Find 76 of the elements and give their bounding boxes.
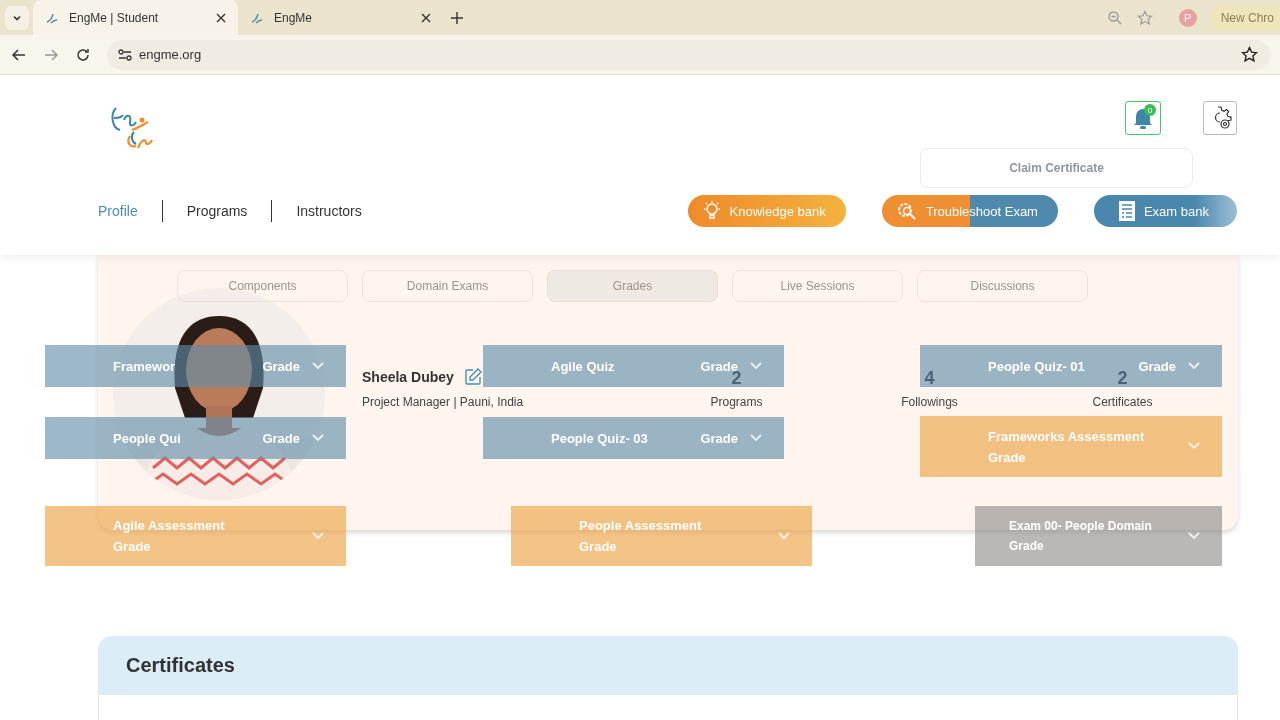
- star-icon[interactable]: [1136, 9, 1153, 26]
- grade-tile[interactable]: People Quiz- 03 Grade: [483, 417, 784, 459]
- nav-link[interactable]: Instructors: [296, 203, 362, 219]
- close-icon[interactable]: [216, 12, 226, 23]
- grade-tile[interactable]: People Qui Grade: [45, 417, 346, 459]
- stat-value: 2: [1117, 368, 1128, 389]
- tile-title: People Assessment: [579, 518, 703, 533]
- grade-tile[interactable]: Agile Assessment Grade: [45, 506, 346, 566]
- grade-tile[interactable]: Framewor Grade: [45, 345, 346, 387]
- grade-tile[interactable]: Exam 00- People Domain Grade: [975, 506, 1222, 566]
- chevron-down-icon: [312, 362, 324, 370]
- chevron-down-icon: [750, 362, 762, 370]
- lightbulb-icon: [701, 200, 722, 222]
- browser-tab[interactable]: EngMe: [238, 0, 443, 35]
- bookmark-star-icon[interactable]: [1241, 46, 1258, 63]
- profile-subtitle: Project Manager | Pauni, India: [362, 395, 525, 409]
- notifications-button[interactable]: 0: [1125, 101, 1161, 135]
- section-tab[interactable]: Live Sessions: [732, 270, 903, 302]
- chevron-down-icon: [1188, 362, 1200, 370]
- section-tab[interactable]: Domain Exams: [362, 270, 533, 302]
- tile-title: Agile Assessment: [113, 518, 226, 533]
- stat-label: Programs: [710, 395, 763, 409]
- notification-badge: 0: [1144, 104, 1156, 116]
- nav-link[interactable]: Programs: [186, 203, 248, 219]
- section-tab[interactable]: Discussions: [917, 270, 1088, 302]
- tile-grade: Grade: [113, 539, 152, 554]
- tile-grade: Grade: [579, 539, 618, 554]
- tile-grade: Grade: [700, 430, 738, 446]
- forward-icon[interactable]: [43, 46, 59, 63]
- tile-title: Agile Quiz: [551, 358, 616, 374]
- address-bar[interactable]: engme.org: [139, 47, 202, 62]
- knowledge-bank-button[interactable]: Knowledge bank: [687, 195, 846, 227]
- back-icon[interactable]: [11, 46, 27, 63]
- tile-title: People Qui: [113, 430, 182, 446]
- stat-value: 4: [924, 368, 935, 389]
- stat-label: Certificates: [1092, 395, 1153, 409]
- chevron-down-icon: [1188, 532, 1200, 540]
- section-tab[interactable]: Components: [177, 270, 348, 302]
- tile-title: Framewor: [113, 358, 177, 374]
- close-icon[interactable]: [421, 12, 431, 23]
- checklist-icon: [1117, 200, 1136, 222]
- section-title: Certificates: [126, 654, 235, 677]
- new-tab-icon[interactable]: [451, 11, 463, 24]
- profile-avatar[interactable]: P: [1178, 8, 1197, 27]
- profile-name: Sheela Dubey: [362, 369, 454, 385]
- tile-title: People Quiz- 03: [551, 430, 649, 446]
- gear-magnifier-icon: [895, 201, 918, 221]
- chevron-down-icon: [750, 434, 762, 442]
- tile-grade: Grade: [1138, 358, 1176, 374]
- edit-icon[interactable]: [463, 368, 482, 386]
- tab-title: EngMe | Student: [69, 10, 160, 25]
- tile-title: People Quiz- 01: [988, 358, 1086, 374]
- tile-title: Exam 00- People Domain: [1009, 519, 1153, 533]
- chevron-down-icon: [1188, 442, 1200, 450]
- site-settings-icon[interactable]: [117, 46, 133, 63]
- browser-tab[interactable]: EngMe | Student: [33, 0, 238, 35]
- claim-certificate-button[interactable]: Claim Certificate: [920, 148, 1193, 188]
- grade-tile[interactable]: People Assessment Grade: [511, 506, 812, 566]
- new-chrome-button[interactable]: New Chro: [1210, 5, 1280, 30]
- reload-icon[interactable]: [75, 46, 91, 63]
- chevron-down-icon: [312, 434, 324, 442]
- exam-bank-button[interactable]: Exam bank: [1093, 195, 1237, 227]
- certificates-header[interactable]: Certificates: [98, 636, 1238, 695]
- nav-link[interactable]: Profile: [98, 203, 138, 219]
- tab-title: EngMe: [274, 10, 314, 25]
- tile-grade: Grade: [262, 358, 300, 374]
- tile-grade: Grade: [988, 449, 1027, 465]
- tile-grade: Grade: [1009, 539, 1045, 553]
- grade-tile[interactable]: Frameworks Assessment Grade: [920, 416, 1222, 477]
- settings-button[interactable]: [1203, 101, 1237, 135]
- stat-label: Followings: [901, 395, 958, 409]
- chevron-down-icon: [312, 532, 324, 540]
- chevron-down-icon: [778, 532, 790, 540]
- section-tab[interactable]: Grades: [547, 270, 718, 302]
- tile-title: Frameworks Assessment: [988, 428, 1146, 444]
- tile-grade: Grade: [262, 430, 300, 446]
